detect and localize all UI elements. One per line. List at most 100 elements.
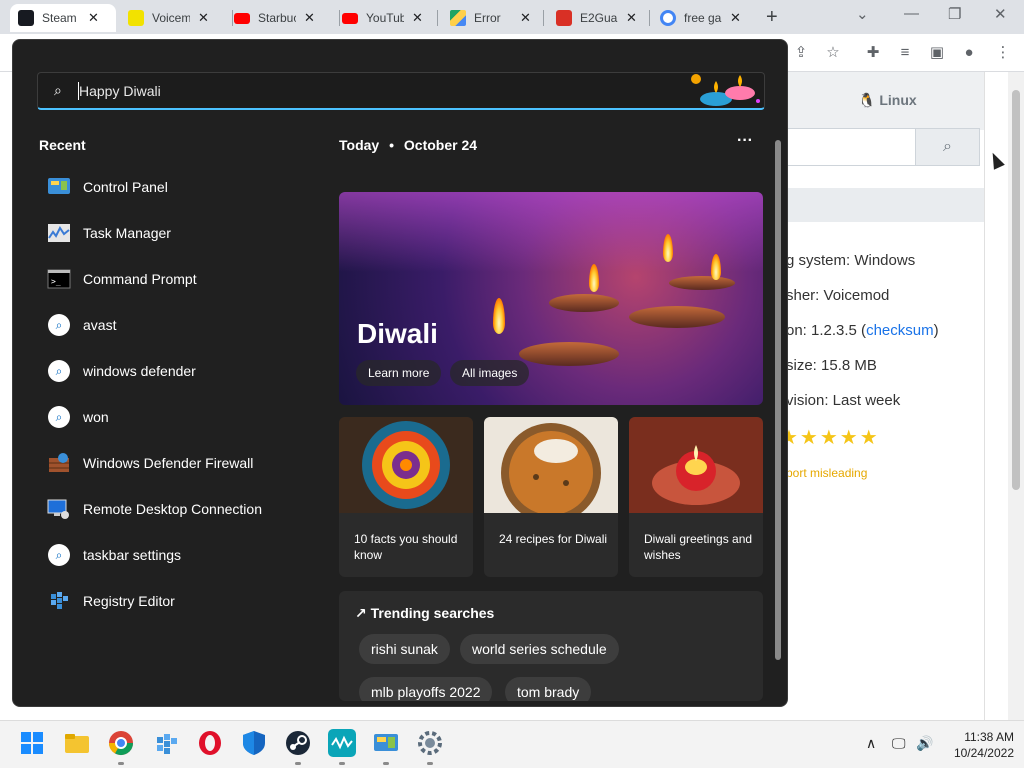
rating-stars[interactable]: ★★★★★ — [780, 425, 880, 450]
tab-search-icon[interactable]: ⌄ — [856, 5, 869, 23]
all-images-button[interactable]: All images — [450, 360, 530, 386]
report-misleading-link[interactable]: port misleading — [786, 466, 867, 480]
recent-item-registry-editor[interactable]: Registry Editor — [47, 587, 175, 615]
card-10-facts[interactable]: 10 facts you should know — [339, 417, 473, 577]
trending-chip[interactable]: rishi sunak — [359, 634, 450, 664]
trending-chip[interactable]: tom brady — [505, 677, 592, 701]
tab-title: YouTub — [366, 11, 404, 25]
app-icon[interactable] — [152, 729, 180, 757]
media-controls-icon[interactable]: ≡ — [896, 44, 914, 62]
command-prompt-icon: >_ — [47, 267, 71, 291]
lamp-shape — [549, 294, 619, 312]
card-greetings[interactable]: Diwali greetings and wishes — [629, 417, 763, 577]
browser-tab-strip: Steam S ✕ Voicem ✕ Starbuc ✕ YouTub ✕ Er… — [0, 0, 1024, 34]
recent-item-taskbar-settings[interactable]: ⌕ taskbar settings — [47, 541, 181, 569]
diwali-lamps-icon — [691, 74, 760, 106]
tab-starbucks[interactable]: Starbuc ✕ — [234, 4, 334, 32]
settings-icon[interactable] — [416, 729, 444, 757]
file-explorer-icon[interactable] — [63, 729, 91, 757]
tab-youtube[interactable]: YouTub ✕ — [342, 4, 442, 32]
close-icon[interactable]: ✕ — [520, 10, 531, 26]
close-icon[interactable]: ✕ — [304, 10, 315, 26]
restore-icon[interactable]: ❐ — [948, 5, 961, 23]
card-caption: 24 recipes for Diwali — [499, 532, 608, 546]
search-input[interactable]: Happy Diwali — [79, 83, 161, 99]
scrollbar-thumb[interactable] — [1012, 90, 1020, 490]
close-icon[interactable]: ✕ — [88, 10, 99, 26]
card-24-recipes[interactable]: 24 recipes for Diwali — [484, 417, 618, 577]
close-icon[interactable]: ✕ — [730, 10, 741, 26]
recent-item-label: Control Panel — [83, 179, 168, 195]
recent-item-label: avast — [83, 317, 117, 333]
recent-item-windows-defender[interactable]: ⌕ windows defender — [47, 357, 196, 385]
system-clock[interactable]: 11:38 AM 10/24/2022 — [944, 729, 1014, 761]
minimize-icon[interactable]: — — [904, 5, 919, 22]
close-icon[interactable]: ✕ — [412, 10, 423, 26]
trending-searches-panel: ↗ Trending searches rishi sunak world se… — [339, 591, 763, 701]
recipe-image — [484, 417, 618, 513]
scrollbar-thumb[interactable] — [775, 140, 781, 660]
recent-item-label: windows defender — [83, 363, 196, 379]
recent-item-control-panel[interactable]: Control Panel — [47, 173, 168, 201]
recent-item-label: Command Prompt — [83, 271, 197, 287]
lamp-shape — [669, 276, 735, 290]
recent-item-task-manager[interactable]: Task Manager — [47, 219, 171, 247]
control-panel-icon[interactable] — [372, 729, 400, 757]
window-close-icon[interactable]: ✕ — [994, 5, 1007, 23]
recent-item-avast[interactable]: ⌕ avast — [47, 311, 116, 339]
network-icon[interactable]: 🖵 — [892, 735, 906, 752]
learn-more-button[interactable]: Learn more — [356, 360, 442, 386]
voicemod-icon[interactable] — [328, 729, 356, 757]
search-icon: ⌕ — [48, 406, 70, 428]
volume-icon[interactable]: 🔊 — [916, 735, 933, 752]
profile-icon[interactable]: ● — [960, 44, 978, 62]
control-panel-icon — [47, 175, 71, 199]
tab-separator — [437, 10, 438, 26]
show-hidden-icons-icon[interactable]: ∧ — [866, 735, 876, 752]
side-panel-icon[interactable]: ▣ — [928, 44, 946, 62]
recent-item-remote-desktop[interactable]: Remote Desktop Connection — [47, 495, 262, 523]
tab-title: E2Guar — [580, 11, 618, 25]
tab-title: Voicem — [152, 11, 190, 25]
running-indicator — [339, 762, 345, 765]
tab-steam[interactable]: Steam S ✕ — [10, 4, 116, 32]
info-publisher: sher: Voicemod — [786, 287, 890, 304]
recent-item-command-prompt[interactable]: >_ Command Prompt — [47, 265, 197, 293]
checksum-link[interactable]: checksum — [866, 322, 934, 339]
running-indicator — [383, 762, 389, 765]
trending-chip[interactable]: world series schedule — [460, 634, 619, 664]
recent-item-firewall[interactable]: Windows Defender Firewall — [47, 449, 253, 477]
extensions-icon[interactable]: ✚ — [864, 44, 882, 62]
opera-icon[interactable] — [196, 729, 224, 757]
voicemod-icon — [128, 10, 144, 26]
chrome-icon[interactable] — [107, 729, 135, 757]
share-icon[interactable]: ⇪ — [792, 44, 810, 62]
today-header: Today • October 24 — [339, 137, 478, 153]
tab-voicemod[interactable]: Voicem ✕ — [126, 4, 226, 32]
flyout-scrollbar[interactable] — [775, 130, 781, 690]
bookmark-star-icon[interactable]: ☆ — [824, 44, 842, 62]
page-search-button[interactable]: ⌕ — [915, 128, 980, 166]
recent-item-label: Windows Defender Firewall — [83, 455, 254, 471]
defender-icon[interactable] — [240, 729, 268, 757]
search-box[interactable]: ⌕ Happy Diwali — [37, 72, 765, 110]
start-icon[interactable] — [18, 729, 46, 757]
menu-kebab-icon[interactable]: ⋮ — [994, 44, 1012, 62]
tab-free-games[interactable]: free gar ✕ — [660, 4, 760, 32]
page-search-input[interactable] — [786, 128, 916, 166]
search-icon: ⌕ — [943, 138, 952, 155]
close-icon[interactable]: ✕ — [198, 10, 209, 26]
page-scrollbar[interactable] — [1008, 72, 1024, 720]
more-options-button[interactable]: ··· — [737, 132, 753, 150]
linux-label[interactable]: 🐧 Linux — [858, 92, 917, 109]
close-icon[interactable]: ✕ — [626, 10, 637, 26]
tab-error[interactable]: Error ✕ — [450, 4, 550, 32]
trending-chip[interactable]: mlb playoffs 2022 — [359, 677, 493, 701]
recent-item-won[interactable]: ⌕ won — [47, 403, 109, 431]
steam-icon[interactable] — [284, 729, 312, 757]
new-tab-button[interactable]: + — [766, 6, 778, 29]
recent-item-label: won — [83, 409, 109, 425]
drive-icon — [450, 10, 466, 26]
section-header — [786, 188, 984, 222]
tab-e2guardian[interactable]: E2Guar ✕ — [556, 4, 656, 32]
